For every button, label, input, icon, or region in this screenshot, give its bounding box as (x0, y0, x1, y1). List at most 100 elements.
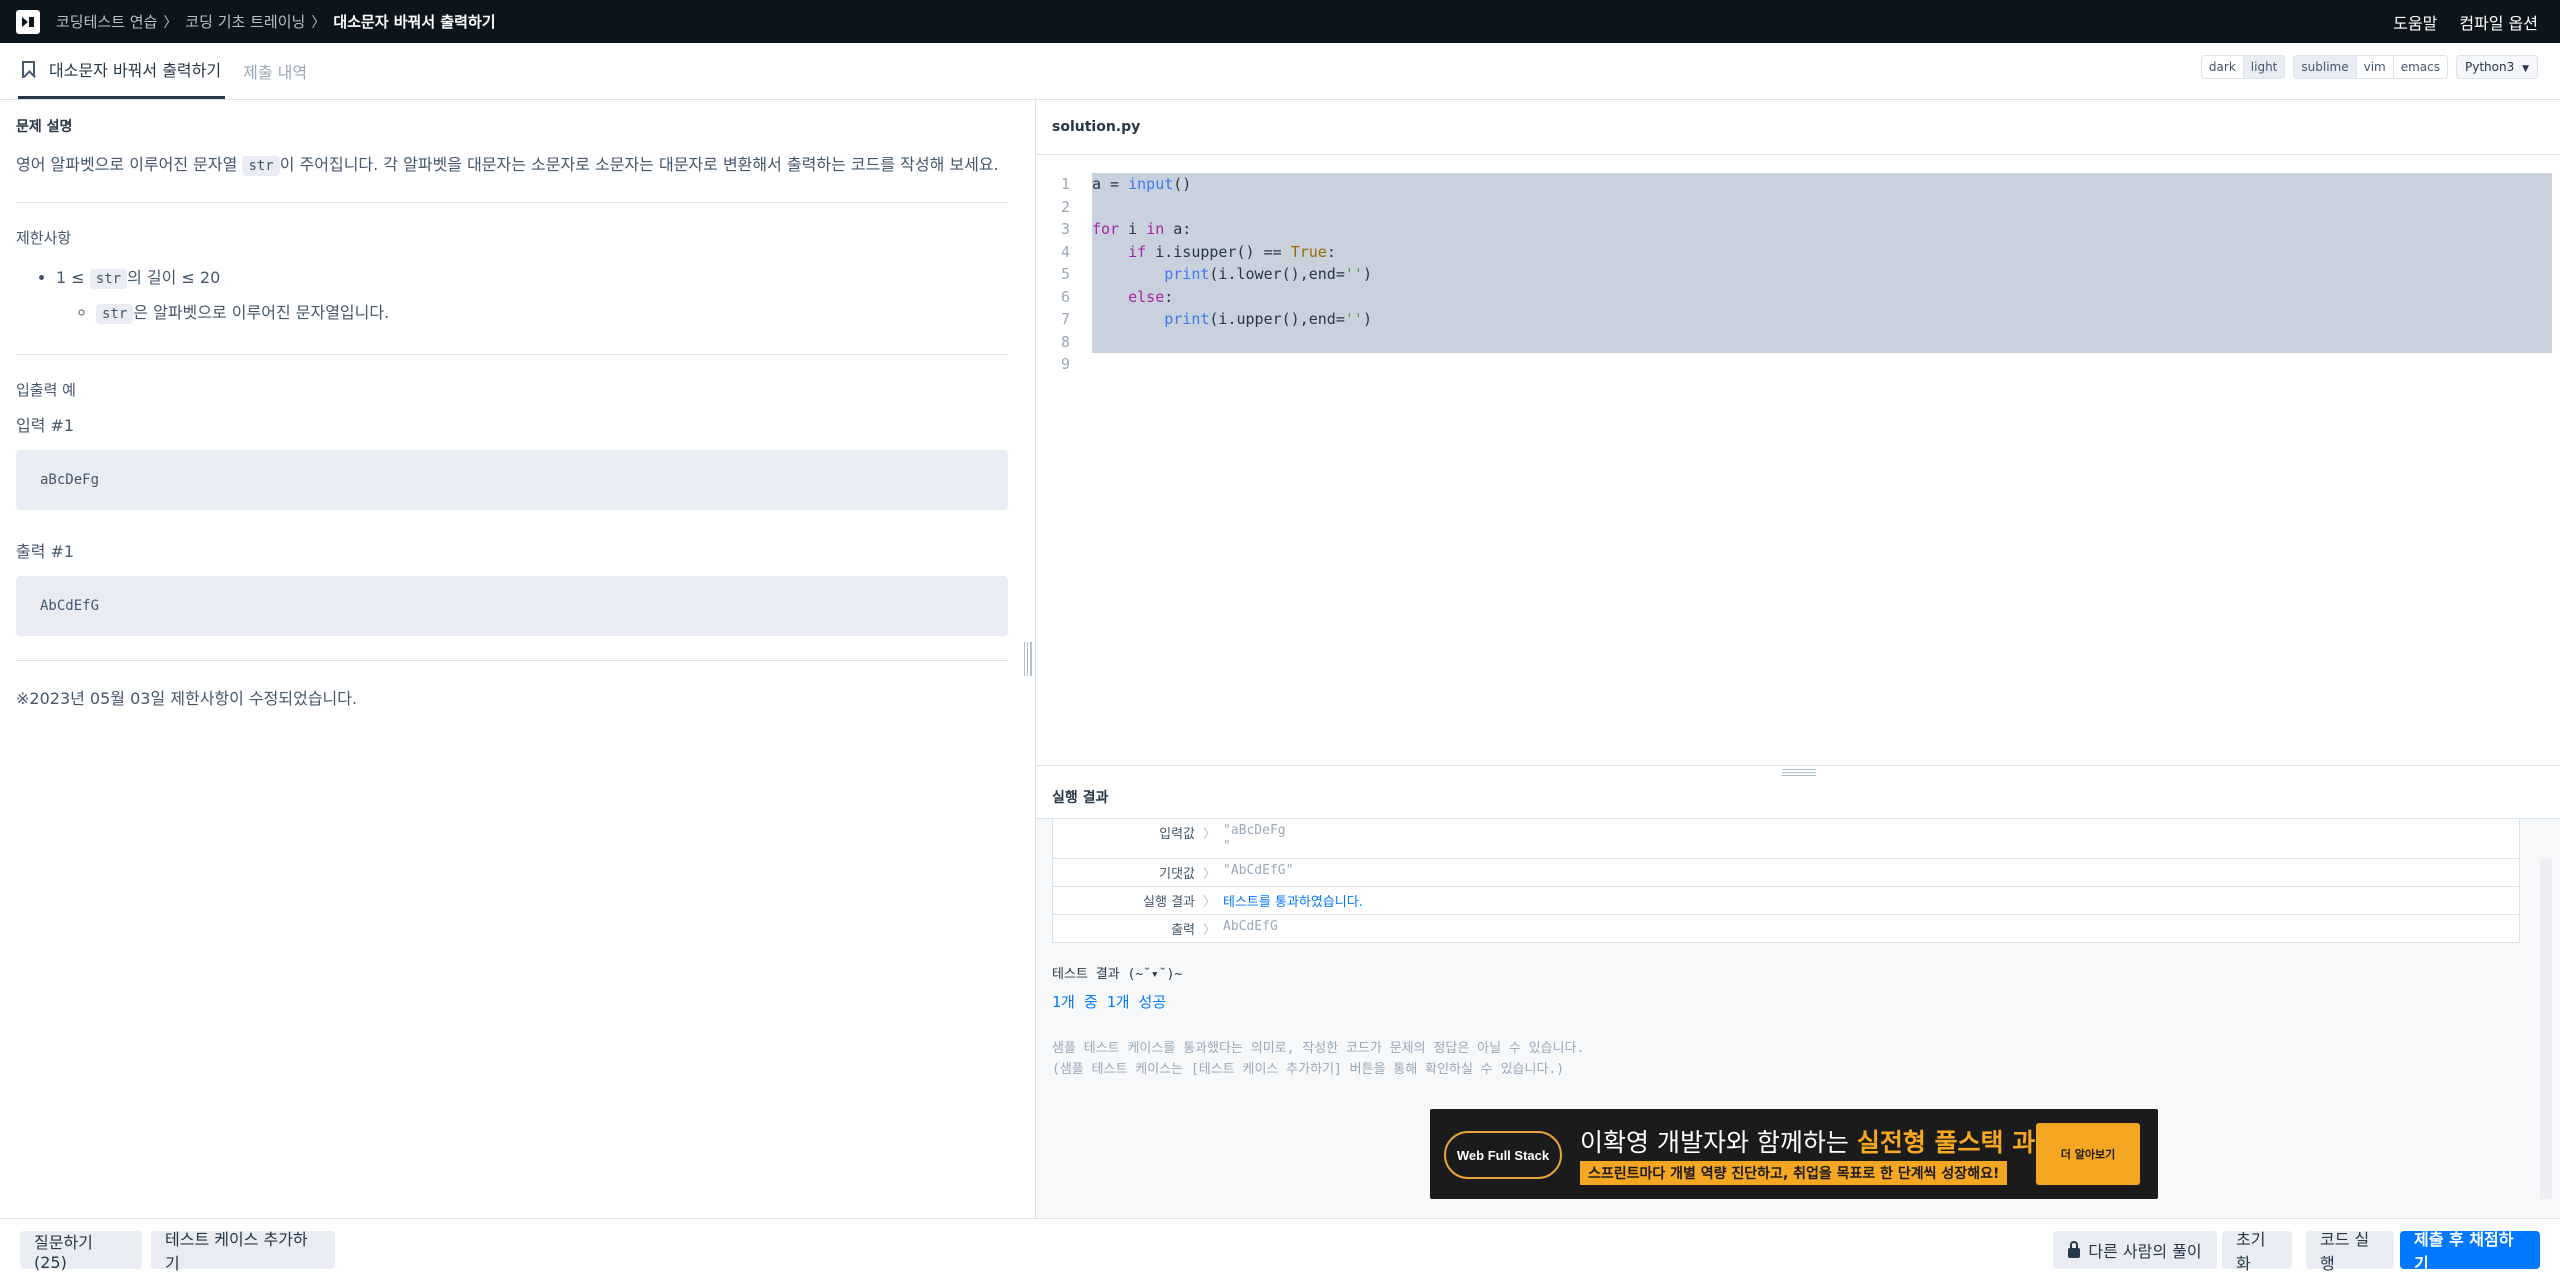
line-number: 9 (1060, 355, 1070, 373)
editor-filename: solution.py (1052, 119, 1141, 135)
ad-headline-bold: 실전형 풀스택 과정 (1856, 1128, 2059, 1157)
keymap-sublime-button[interactable]: sublime (2294, 56, 2356, 78)
divider (16, 353, 1008, 355)
ask-question-button[interactable]: 질문하기 (25) (20, 1231, 142, 1272)
constraint-text: 은 알파벳으로 이루어진 문자열입니다. (133, 302, 390, 322)
result-header: 실행 결과 (1036, 775, 2560, 819)
breadcrumb: 코딩테스트 연습 〉 코딩 기초 트레이닝 〉 대소문자 바꿔서 출력하기 (56, 11, 496, 32)
breadcrumb-basic-training[interactable]: 코딩 기초 트레이닝 (185, 11, 305, 32)
tab-submissions-label: 제출 내역 (243, 62, 308, 82)
theme-dark-button[interactable]: dark (2201, 56, 2243, 78)
ad-banner[interactable]: Web Full Stack 이확영 개발자와 함께하는 실전형 풀스택 과정 … (1430, 1109, 2158, 1199)
theme-light-button[interactable]: light (2242, 56, 2285, 78)
problem-description-pane: 문제 설명 영어 알파벳으로 이루어진 문자열 str 이 주어집니다. 각 알파… (0, 100, 1024, 1218)
test-note-line: 샘플 테스트 케이스를 통과했다는 의미로, 작성한 코드가 문제의 정답은 아… (1052, 1041, 1585, 1056)
keymap-vim-button[interactable]: vim (2355, 56, 2393, 78)
io-example-heading: 입출력 예 (16, 380, 76, 399)
tab-problem[interactable]: 대소문자 바꿔서 출력하기 (18, 42, 226, 99)
chevron-right-icon: 〉 (1203, 827, 1217, 842)
constraints-heading: 제한사항 (16, 228, 72, 247)
code-line: 1a = input() (1036, 173, 2560, 196)
result-value: "AbCdEfG" (1223, 863, 1294, 878)
input-example-label: 입력 #1 (16, 415, 75, 435)
code-line: 5 print(i.lower(),end='') (1036, 263, 2560, 286)
output-example-value: AbCdEfG (40, 597, 100, 614)
inline-code-str: str (89, 268, 128, 289)
result-row-expected: 기댓값 〉 "AbCdEfG" (1052, 859, 2520, 887)
bottom-action-bar: 질문하기 (25) 테스트 케이스 추가하기 다른 사람의 풀이 초기화 코드 … (0, 1218, 2560, 1273)
tab-problem-label: 대소문자 바꿔서 출력하기 (49, 61, 222, 80)
line-number: 2 (1060, 197, 1070, 216)
constraint-subitem: str은 알파벳으로 이루어진 문자열입니다. (96, 295, 1008, 330)
lock-icon (2068, 1240, 2081, 1258)
keymap-emacs-button[interactable]: emacs (2392, 56, 2448, 78)
ad-cta-button[interactable]: 더 알아보기 (2036, 1123, 2140, 1185)
ad-subtitle: 스프린트마다 개별 역량 진단하고, 취업을 목표로 한 단계씩 성장해요! (1580, 1161, 2008, 1185)
help-link[interactable]: 도움말 (2393, 10, 2437, 34)
output-example-box: AbCdEfG (16, 575, 1008, 636)
line-number: 4 (1060, 242, 1070, 261)
language-select[interactable]: Python3 ▼ (2456, 55, 2538, 79)
submit-button[interactable]: 제출 후 채점하기 (2400, 1230, 2540, 1273)
result-scrollbar[interactable] (2540, 859, 2552, 1199)
editor-header: solution.py (1036, 100, 2560, 155)
result-table: 입력값 〉 "aBcDeFg " 기댓값 〉 "AbCdEfG" 실행 결과 〉… (1052, 819, 2520, 943)
caret-down-icon: ▼ (2522, 64, 2529, 74)
result-label: 입력값 (1159, 827, 1195, 842)
breadcrumb-current-problem: 대소문자 바꿔서 출력하기 (333, 13, 496, 31)
divider (16, 659, 1008, 661)
description-text-part: 영어 알파벳으로 이루어진 문자열 (16, 155, 243, 174)
result-title: 실행 결과 (1052, 789, 1109, 806)
constraint-update-note: ※2023년 05월 03일 제한사항이 수정되었습니다. (16, 688, 358, 708)
ad-logo: Web Full Stack (1444, 1131, 1562, 1179)
add-testcase-button[interactable]: 테스트 케이스 추가하기 (151, 1230, 335, 1273)
keymap-toggle: sublime vim emacs (2293, 55, 2449, 79)
code-line: 4 if i.isupper() == True: (1036, 241, 2560, 264)
ad-cta-label: 더 알아보기 (2060, 1148, 2116, 1161)
code-editor[interactable]: 1a = input() 2 3 for i in a: 4 if i.isupp… (1036, 155, 2560, 765)
ask-question-label: 질문하기 (25) (34, 1232, 93, 1272)
reset-button[interactable]: 초기화 (2222, 1230, 2292, 1273)
code-line: 7 print(i.upper(),end='') (1036, 308, 2560, 331)
bookmark-icon[interactable] (22, 60, 35, 78)
breadcrumb-separator: 〉 (163, 14, 178, 31)
submit-label: 제출 후 채점하기 (2414, 1230, 2514, 1273)
test-result-note: 샘플 테스트 케이스를 통과했다는 의미로, 작성한 코드가 문제의 정답은 아… (1052, 1039, 1584, 1081)
others-solution-button[interactable]: 다른 사람의 풀이 (2053, 1231, 2217, 1269)
constraints-list: 1 ≤ str의 길이 ≤ 20 str은 알파벳으로 이루어진 문자열입니다. (56, 260, 1008, 330)
description-heading: 문제 설명 (16, 119, 73, 135)
add-testcase-label: 테스트 케이스 추가하기 (165, 1230, 308, 1273)
code-line: 3 for i in a: (1036, 218, 2560, 241)
line-number: 1 (1060, 175, 1070, 193)
code-line: 6 else: (1036, 286, 2560, 309)
drag-grip-icon (1024, 642, 1032, 676)
constraint-text: 1 ≤ (56, 267, 90, 287)
result-resize-handle[interactable] (1036, 765, 2560, 776)
code-line: 8 (1036, 331, 2560, 354)
pane-resize-handle[interactable] (1024, 100, 1036, 1218)
run-code-button[interactable]: 코드 실행 (2306, 1230, 2394, 1273)
constraint-text: 의 길이 ≤ 20 (127, 267, 221, 287)
others-solution-label: 다른 사람의 풀이 (2088, 1242, 2202, 1261)
tab-submissions[interactable]: 제출 내역 (239, 42, 311, 99)
breadcrumb-separator: 〉 (311, 14, 326, 31)
line-number: 8 (1060, 332, 1070, 351)
editor-options: dark light sublime vim emacs Python3 ▼ (2200, 55, 2538, 79)
line-number: 6 (1060, 287, 1070, 306)
compile-options-link[interactable]: 컴파일 옵션 (2459, 10, 2538, 34)
divider (16, 201, 1008, 203)
inline-code-str: str (242, 156, 280, 176)
programmers-logo-icon[interactable] (16, 9, 40, 34)
result-row-execution: 실행 결과 〉 테스트를 통과하였습니다. (1052, 887, 2520, 915)
result-label: 출력 (1171, 923, 1195, 938)
top-nav-bar: 코딩테스트 연습 〉 코딩 기초 트레이닝 〉 대소문자 바꿔서 출력하기 도움… (0, 0, 2560, 43)
result-value: AbCdEfG (1223, 919, 1278, 934)
input-example-box: aBcDeFg (16, 449, 1008, 510)
ad-headline: 이확영 개발자와 함께하는 실전형 풀스택 과정 (1580, 1123, 2058, 1159)
result-row-output: 출력 〉 AbCdEfG (1052, 915, 2520, 943)
code-line: 9 (1036, 353, 2560, 376)
tab-strip: 대소문자 바꿔서 출력하기 제출 내역 dark light sublime v… (0, 43, 2560, 100)
result-row-input: 입력값 〉 "aBcDeFg " (1052, 819, 2520, 859)
test-result-count: 1개 중 1개 성공 (1052, 993, 1167, 1011)
breadcrumb-coding-test[interactable]: 코딩테스트 연습 (56, 11, 157, 32)
